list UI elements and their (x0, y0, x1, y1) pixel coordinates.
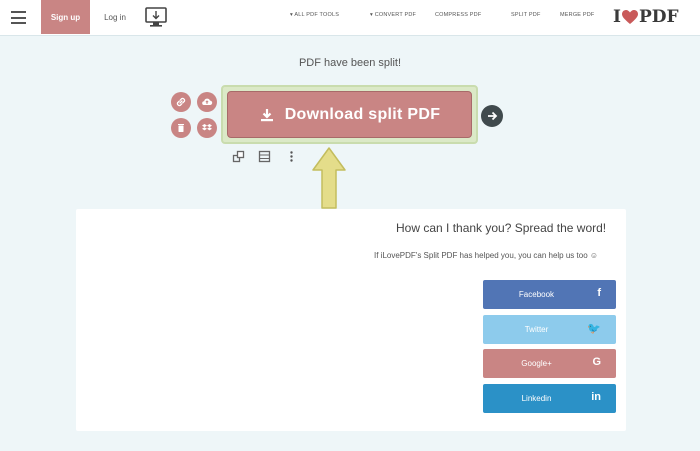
nav-merge-pdf[interactable]: MERGE PDF (560, 12, 595, 18)
more-icon[interactable] (285, 150, 298, 163)
facebook-icon: f (597, 287, 601, 299)
nav-all-pdf-tools[interactable]: ▾ ALL PDF TOOLS (290, 12, 339, 18)
download-icon (260, 108, 273, 121)
linkedin-icon: in (591, 391, 601, 403)
share-title: How can I thank you? Spread the word! (396, 221, 607, 235)
copy-link-button[interactable] (171, 92, 191, 112)
nav-compress-pdf[interactable]: COMPRESS PDF (435, 12, 481, 18)
download-highlight-frame: Download split PDF (221, 85, 478, 144)
arrow-right-icon (488, 111, 498, 121)
facebook-share-button[interactable]: Facebook f (483, 280, 616, 309)
linkedin-share-button[interactable]: Linkedin in (483, 384, 616, 413)
dropbox-icon (202, 124, 212, 131)
download-split-pdf-button[interactable]: Download split PDF (227, 91, 472, 138)
nav-split-pdf[interactable]: SPLIT PDF (511, 12, 541, 18)
twitter-share-button[interactable]: Twitter 🐦 (483, 315, 616, 344)
link-icon (176, 97, 186, 107)
logo-i: I (613, 7, 621, 27)
share-text: If iLovePDF's Split PDF has helped you, … (374, 251, 599, 260)
googleplus-icon: G (592, 356, 601, 368)
signup-button[interactable]: Sign up (41, 0, 90, 34)
dropbox-button[interactable] (197, 118, 217, 138)
share-card: How can I thank you? Spread the word! If… (76, 209, 626, 431)
logo-pdf: PDF (638, 7, 679, 27)
googleplus-label: Google+ (521, 359, 552, 368)
nav-convert-pdf[interactable]: ▾ CONVERT PDF (370, 12, 416, 18)
twitter-label: Twitter (524, 325, 549, 334)
download-label: Download split PDF (284, 105, 441, 123)
ilovepdf-logo[interactable]: I PDF (613, 6, 679, 28)
grid-icon[interactable] (258, 150, 271, 163)
expand-icon[interactable] (232, 150, 245, 163)
cloud-upload-button[interactable] (197, 92, 217, 112)
next-step-button[interactable] (481, 105, 503, 127)
desktop-download-icon[interactable] (144, 6, 168, 28)
linkedin-label: Linkedin (521, 394, 552, 403)
hamburger-menu-icon[interactable] (11, 11, 26, 24)
googleplus-share-button[interactable]: Google+ G (483, 349, 616, 378)
trash-icon (178, 124, 184, 132)
delete-button[interactable] (171, 118, 191, 138)
top-bar: Sign up Log in ▾ ALL PDF TOOLS ▾ CONVERT… (0, 0, 700, 36)
facebook-label: Facebook (518, 290, 555, 299)
heart-logo-icon (621, 9, 638, 24)
pointer-arrow-annotation (312, 147, 346, 209)
status-message: PDF have been split! (298, 57, 402, 69)
upload-icon (202, 98, 213, 105)
login-button[interactable]: Log in (92, 0, 138, 34)
twitter-icon: 🐦 (587, 323, 601, 335)
